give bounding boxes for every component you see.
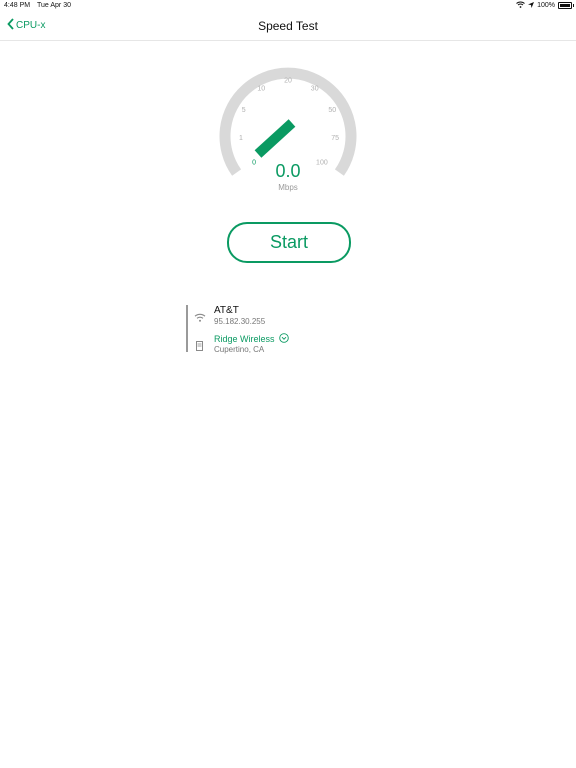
gauge-needle bbox=[254, 119, 296, 158]
status-bar: 4:48 PM Tue Apr 30 100% bbox=[0, 0, 576, 12]
battery-percent: 100% bbox=[537, 2, 555, 9]
gauge-tick-label: 10 bbox=[257, 86, 265, 93]
server-icon bbox=[196, 338, 203, 356]
wifi-icon bbox=[194, 309, 206, 327]
page-title: Speed Test bbox=[258, 19, 318, 33]
status-date: Tue Apr 30 bbox=[37, 2, 71, 9]
speed-value: 0.0 bbox=[275, 161, 301, 181]
location-icon bbox=[528, 1, 535, 10]
server-name: Ridge Wireless bbox=[214, 334, 275, 344]
status-time: 4:48 PM bbox=[4, 2, 31, 9]
gauge-tick-label: 50 bbox=[328, 107, 336, 114]
wifi-icon bbox=[516, 1, 525, 10]
start-button[interactable]: Start bbox=[227, 222, 351, 263]
speed-unit: Mbps bbox=[278, 183, 298, 192]
gauge-tick-label: 75 bbox=[331, 135, 339, 142]
chevron-down-circle-icon bbox=[278, 333, 289, 345]
battery-icon bbox=[558, 2, 574, 9]
info-divider bbox=[186, 305, 188, 352]
nav-bar: CPU-x Speed Test bbox=[0, 12, 576, 41]
gauge-tick-label: 1 bbox=[239, 135, 243, 142]
ip-address: 95.182.30.255 bbox=[214, 317, 266, 326]
gauge-tick-label: 5 bbox=[242, 107, 246, 114]
status-right: 100% bbox=[516, 1, 574, 10]
server-select[interactable]: Ridge Wireless bbox=[214, 333, 289, 345]
isp-name: AT&T bbox=[214, 305, 239, 316]
gauge-tick-label: 20 bbox=[284, 78, 292, 85]
connection-info: AT&T 95.182.30.255 Ridge Wireless Cupert… bbox=[186, 305, 386, 356]
gauge-tick-label: 30 bbox=[311, 86, 319, 93]
server-location: Cupertino, CA bbox=[214, 345, 265, 354]
